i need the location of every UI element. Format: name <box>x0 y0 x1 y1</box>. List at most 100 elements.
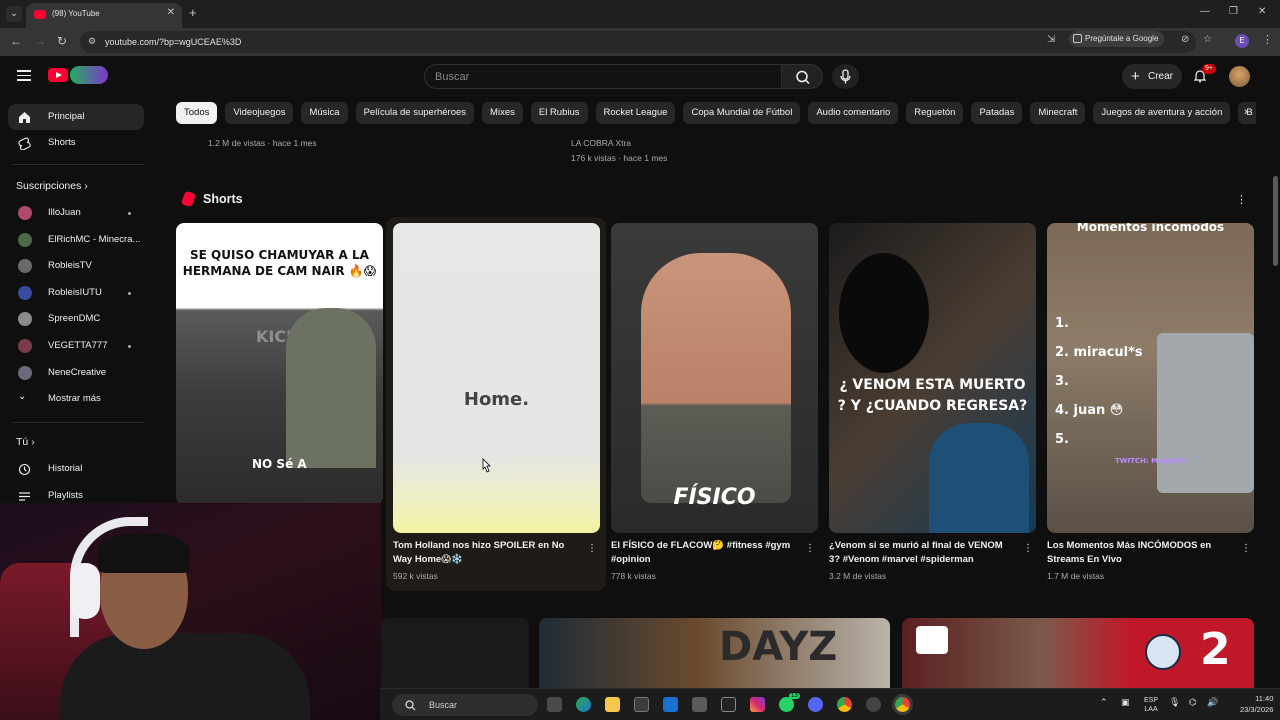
sidebar-item-shorts[interactable]: Shorts <box>8 130 144 156</box>
sidebar-channel-item[interactable]: ElRichMC - Minecra... <box>8 227 144 253</box>
calculator-icon[interactable] <box>692 697 707 712</box>
minimize-icon[interactable]: — <box>1200 6 1210 17</box>
short-title[interactable]: Los Momentos Más INCÓMODOS en Streams En… <box>1047 539 1233 567</box>
chips-next-icon[interactable]: › <box>1244 106 1248 118</box>
short-thumbnail[interactable]: ¿ VENOM ESTA MUERTO ? Y ¿CUANDO REGRESA? <box>829 223 1036 533</box>
short-menu-icon[interactable]: ⋮ <box>1241 543 1251 554</box>
site-info-icon[interactable]: ⚙ <box>88 36 96 47</box>
filter-chip[interactable]: Música <box>301 102 348 124</box>
shelf-menu-icon[interactable]: ⋮ <box>1236 193 1247 206</box>
input-language[interactable]: ESP LAA <box>1144 696 1158 714</box>
chrome-icon[interactable] <box>837 697 852 712</box>
instagram-icon[interactable] <box>750 697 765 712</box>
sidebar-channel-item[interactable]: IlloJuan <box>8 200 144 226</box>
filter-chip[interactable]: El Rubius <box>530 102 588 124</box>
filter-chip[interactable]: Mixes <box>482 102 523 124</box>
filter-chip[interactable]: Juegos de aventura y acción <box>1093 102 1231 124</box>
sidebar-channel-item[interactable]: NeneCreative <box>8 360 144 386</box>
filter-chip[interactable]: Audio comentario <box>808 102 899 124</box>
subscriptions-header[interactable]: Suscripciones › <box>16 180 88 192</box>
discord-icon[interactable] <box>808 697 823 712</box>
tab-search-icon[interactable]: ⌄ <box>6 6 22 22</box>
filter-chip[interactable]: Minecraft <box>1030 102 1086 124</box>
short-overlay-caption: ¿ VENOM ESTA MUERTO ? Y ¿CUANDO REGRESA? <box>837 377 1028 414</box>
short-thumbnail[interactable]: Home. <box>393 223 600 533</box>
tab-close-icon[interactable]: ✕ <box>167 7 175 18</box>
sidebar-channel-item[interactable]: SpreenDMC <box>8 306 144 332</box>
url-text[interactable]: youtube.com/?bp=wgUCEAE%3D <box>105 37 241 47</box>
restore-icon[interactable]: ❐ <box>1229 6 1238 17</box>
mic-tray-icon[interactable]: 🎙 <box>1169 697 1180 708</box>
create-button[interactable]: + Crear <box>1122 64 1182 89</box>
filter-chip[interactable]: Película de superhéroes <box>355 102 475 124</box>
search-button[interactable] <box>781 64 823 89</box>
bookmark-star-icon[interactable]: ☆ <box>1203 34 1212 45</box>
install-app-icon[interactable]: ⇲ <box>1047 34 1055 45</box>
outlook-icon[interactable] <box>663 697 678 712</box>
profile-avatar[interactable]: E <box>1235 34 1249 48</box>
task-view-icon[interactable] <box>547 697 562 712</box>
sidebar-channel-item[interactable]: RobleisTV <box>8 253 144 279</box>
edge-icon[interactable] <box>576 697 591 712</box>
browser-menu-icon[interactable]: ⋮ <box>1262 33 1273 46</box>
voice-search-button[interactable] <box>832 64 859 89</box>
whatsapp-icon[interactable] <box>779 697 794 712</box>
network-icon[interactable]: ⌬ <box>1189 697 1197 708</box>
short-title[interactable]: ¿Venom si se murió al final de VENOM 3? … <box>829 539 1015 567</box>
filter-chip[interactable]: Copa Mundial de Fútbol <box>683 102 801 124</box>
search-input[interactable] <box>435 69 765 85</box>
short-thumbnail[interactable]: FÍSICO <box>611 223 818 533</box>
scrollbar-thumb[interactable] <box>1273 176 1278 266</box>
ask-google-button[interactable]: Pregúntale a Google <box>1069 31 1165 47</box>
sidebar-channel-item[interactable]: RobleisIUTU <box>8 280 144 306</box>
store-icon[interactable] <box>634 697 649 712</box>
forward-icon[interactable]: → <box>34 34 46 48</box>
taskbar-search[interactable]: Buscar <box>392 694 538 716</box>
youtube-doodle[interactable] <box>70 66 108 84</box>
create-label: Crear <box>1148 71 1174 82</box>
eye-off-icon[interactable]: ⊘ <box>1181 34 1189 45</box>
channel-avatar <box>18 312 32 327</box>
youtube-logo-icon[interactable] <box>48 68 68 82</box>
short-menu-icon[interactable]: ⋮ <box>1023 543 1033 554</box>
video-thumbnail[interactable] <box>380 618 529 690</box>
short-thumbnail[interactable]: Momentos incómodos 1. 2. miracul*s 3. 4. j… <box>1047 223 1254 533</box>
guide-sidebar: Principal Shorts Suscripciones › IlloJua… <box>0 96 154 516</box>
short-title[interactable]: El FÍSICO de FLACOW🤔 #fitness #gym #opin… <box>611 539 797 567</box>
sidebar-item-home[interactable]: Principal <box>8 104 144 130</box>
guide-menu-icon[interactable] <box>17 70 31 81</box>
back-icon[interactable]: ← <box>10 34 22 48</box>
short-menu-icon[interactable]: ⋮ <box>587 543 597 554</box>
chrome-profile-icon[interactable] <box>895 697 910 712</box>
obs-icon[interactable] <box>866 697 881 712</box>
sidebar-item-history[interactable]: Historial <box>8 456 144 482</box>
tray-overflow-icon[interactable]: ⌃ <box>1100 697 1108 708</box>
filter-chip[interactable]: Reguetón <box>906 102 964 124</box>
short-thumbnail[interactable]: SE QUISO CHAMUYAR A LA HERMANA DE CAM NA… <box>176 223 383 505</box>
reload-icon[interactable]: ↻ <box>57 34 67 48</box>
video-thumbnail[interactable]: DAYZ <box>539 618 890 690</box>
system-clock[interactable]: 11:40 23/3/2026 <box>1240 693 1273 715</box>
filter-chip[interactable]: Videojuegos <box>225 102 294 124</box>
account-avatar[interactable] <box>1229 66 1250 87</box>
you-header[interactable]: Tú › <box>16 436 35 448</box>
short-title[interactable]: Tom Holland nos hizo SPOILER en No Way H… <box>393 539 579 567</box>
epic-games-icon[interactable] <box>721 697 736 712</box>
filter-chip[interactable]: Patadas <box>971 102 1023 124</box>
video-thumbnail[interactable]: 2 <box>902 618 1254 690</box>
sidebar-channel-item[interactable]: VEGETTA777 <box>8 333 144 359</box>
new-tab-icon[interactable]: + <box>189 5 197 20</box>
volume-icon[interactable]: 🔊 <box>1207 697 1218 708</box>
window-close-icon[interactable]: ✕ <box>1258 6 1266 17</box>
video-channel-name[interactable]: LA COBRA Xtra <box>571 138 631 148</box>
sidebar-item-show-more[interactable]: ⌄ Mostrar más <box>8 386 144 412</box>
page-scrollbar[interactable] <box>1272 56 1280 688</box>
short-menu-icon[interactable]: ⋮ <box>805 543 815 554</box>
tray-app-icon[interactable]: ▣ <box>1121 697 1130 708</box>
video-meta: 1.2 M de vistas · hace 1 mes <box>208 138 317 148</box>
filter-chip[interactable]: Rocket League <box>595 102 676 124</box>
browser-tab-youtube[interactable]: (98) YouTube ✕ <box>26 3 182 28</box>
filter-chip[interactable]: Todos <box>176 102 218 124</box>
file-explorer-icon[interactable] <box>605 697 620 712</box>
address-bar[interactable]: ⚙ youtube.com/?bp=wgUCEAE%3D <box>80 31 1196 53</box>
